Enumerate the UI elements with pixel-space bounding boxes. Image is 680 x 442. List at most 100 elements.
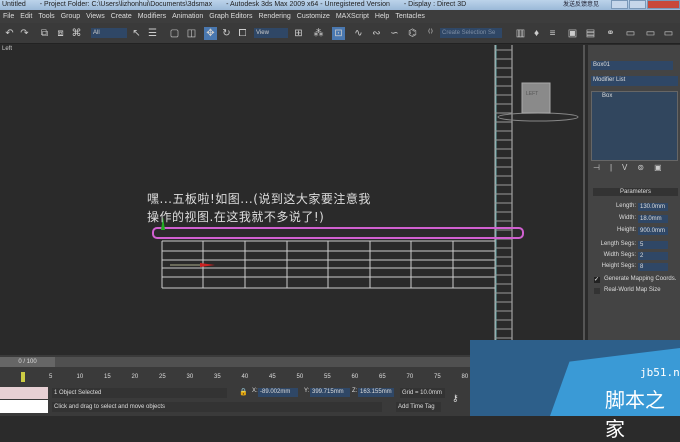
render-last-icon[interactable]: ▭	[662, 27, 675, 40]
maxscript-listener[interactable]	[0, 387, 48, 399]
real-world-checkbox[interactable]	[594, 288, 600, 294]
link-icon[interactable]: ⧉	[38, 27, 51, 40]
param-input[interactable]: 900.0mm	[638, 227, 668, 235]
grid-size: Grid = 10.0mm	[400, 388, 445, 398]
unlink-icon[interactable]: ⧈	[54, 27, 67, 40]
watermark-site: jb51.net	[640, 366, 680, 379]
param-input[interactable]: 5	[638, 241, 668, 249]
menu-tentacles[interactable]: Tentacles	[395, 13, 425, 20]
timeline-tick: 5	[49, 374, 53, 380]
select-icon[interactable]: ↖	[130, 27, 143, 40]
lock-icon[interactable]: 🔒	[239, 388, 248, 396]
key-icon[interactable]: ⚷	[452, 393, 459, 404]
render-frame-icon[interactable]: ⚭	[604, 27, 617, 40]
maxscript-input[interactable]	[0, 400, 48, 413]
mirror-icon[interactable]: ⌬	[406, 27, 419, 40]
viewcube	[497, 82, 579, 122]
shelf-wireframe	[161, 240, 495, 289]
stack-tools[interactable]: ⊣|V⊚▣	[593, 163, 672, 172]
menu-edit[interactable]: Edit	[20, 13, 32, 20]
maximize-button[interactable]	[629, 0, 646, 9]
param-label: Height Segs:	[601, 263, 636, 269]
timeline-tick: 25	[159, 374, 166, 380]
timeline-tick: 45	[269, 374, 276, 380]
material-editor-icon[interactable]: ▣	[566, 27, 579, 40]
gen-mapping-label: Generate Mapping Coords.	[604, 276, 677, 282]
window-crossing-icon[interactable]: ◫	[185, 27, 198, 40]
pivot-icon[interactable]: ⊞	[292, 27, 305, 40]
menu-maxscript[interactable]: MAXScript	[336, 13, 369, 20]
align-icon[interactable]: ⁽⁾	[424, 27, 437, 40]
menu-file[interactable]: File	[3, 13, 14, 20]
annotation-line-1: 嘿...五板啦!如图...(说到这大家要注意我	[147, 192, 371, 206]
time-slider[interactable]: 0 / 100	[0, 357, 55, 367]
menu-animation[interactable]: Animation	[172, 13, 203, 20]
annotation-line-2: 操作的视图.在这我就不多说了!)	[147, 210, 325, 224]
object-name-input[interactable]: Box01	[591, 61, 673, 70]
stack-item-box[interactable]: Box	[592, 92, 677, 100]
timeline-ruler[interactable]: 5 10 15 20 25 30 35 40 45 50 55 60 65 70 75 80	[0, 369, 470, 385]
modifier-list-dropdown[interactable]: Modifier List	[591, 76, 678, 86]
bind-spacewarp-icon[interactable]: ⌘	[70, 27, 83, 40]
menu-create[interactable]: Create	[111, 13, 132, 20]
z-coord-input[interactable]: 163.155mm	[358, 388, 394, 397]
quick-render-icon[interactable]: ▭	[624, 27, 637, 40]
percent-snap-icon[interactable]: ∿	[352, 27, 365, 40]
annotation-text: 嘿...五板啦!如图...(说到这大家要注意我 操作的视图.在这我就不多说了!)	[147, 190, 371, 226]
move-icon[interactable]: ✥	[204, 27, 217, 40]
add-time-tag-button[interactable]: Add Time Tag	[396, 402, 441, 412]
menu-modifiers[interactable]: Modifiers	[138, 13, 166, 20]
time-slider-track[interactable]	[0, 357, 470, 367]
menu-customize[interactable]: Customize	[297, 13, 330, 20]
selection-status: 1 Object Selected	[52, 388, 227, 398]
y-coord-input[interactable]: 399.715mm	[310, 388, 350, 397]
param-label: Width:	[618, 215, 636, 221]
ladder-object	[494, 45, 513, 355]
layer-icon[interactable]: ▥	[514, 27, 527, 40]
rect-selection-icon[interactable]: ▢	[168, 27, 181, 40]
menu-graph-editors[interactable]: Graph Editors	[209, 13, 252, 20]
param-input[interactable]: 18.0mm	[638, 215, 668, 223]
timeline-tick: 70	[406, 374, 414, 380]
edit-named-selection-icon[interactable]: ∽	[388, 27, 401, 40]
named-selection-dropdown[interactable]: Create Selection Se	[440, 28, 502, 38]
scale-icon[interactable]: ⧠	[236, 27, 249, 40]
selected-board	[152, 227, 524, 239]
menu-rendering[interactable]: Rendering	[258, 13, 290, 20]
param-input[interactable]: 2	[638, 252, 668, 260]
menu-group[interactable]: Group	[61, 13, 80, 20]
select-by-name-icon[interactable]: ☰	[146, 27, 159, 40]
close-button[interactable]	[647, 0, 680, 9]
undo-icon[interactable]: ↶	[3, 27, 16, 40]
render-setup-icon[interactable]: ▤	[584, 27, 597, 40]
viewcube-label[interactable]: LEFT	[526, 91, 538, 97]
spinner-snap-icon[interactable]: ∾	[370, 27, 383, 40]
angle-snap-icon[interactable]: ⊡	[332, 27, 345, 40]
curve-editor-icon[interactable]: ♦	[530, 27, 543, 40]
timeline-tick: 80	[461, 374, 469, 380]
left-viewport[interactable]: Left LEFT 嘿...五板啦!如图...(说到这大家要注意我 操作的视图.…	[0, 45, 585, 355]
render-icon[interactable]: ▭	[644, 27, 657, 40]
snap-icon[interactable]: ⁂	[312, 27, 325, 40]
param-input[interactable]: 130.0mm	[638, 203, 668, 211]
timeline-tick: 20	[131, 374, 139, 380]
param-input[interactable]: 8	[638, 263, 668, 271]
feedback-link[interactable]: 发送反馈意见	[563, 0, 599, 10]
title-project: - Project Folder: C:\Users\lizhonhui\Doc…	[39, 1, 213, 8]
menu-tools[interactable]: Tools	[38, 13, 54, 20]
menu-views[interactable]: Views	[86, 13, 105, 20]
menu-help[interactable]: Help	[375, 13, 389, 20]
schematic-icon[interactable]: ≡	[546, 27, 559, 40]
gen-mapping-checkbox[interactable]: ✓	[594, 277, 600, 283]
command-panel: Box01 Modifier List Box ⊣|V⊚▣ Parameters…	[588, 45, 680, 355]
title-product: - Autodesk 3ds Max 2009 x64 - Unregister…	[226, 1, 390, 8]
selection-filter-dropdown[interactable]: All	[91, 28, 127, 38]
redo-icon[interactable]: ↷	[18, 27, 31, 40]
x-coord-input[interactable]: -89.002mm	[258, 388, 298, 397]
main-toolbar: ↶ ↷ ⧉ ⧈ ⌘ All ↖ ☰ ▢ ◫ ✥ ↻ ⧠ View ⊞ ⁂ ⊡ ∿…	[0, 23, 680, 44]
minimize-button[interactable]	[611, 0, 628, 9]
title-app: Untitled	[2, 1, 26, 8]
rotate-icon[interactable]: ↻	[220, 27, 233, 40]
ref-coord-dropdown[interactable]: View	[254, 28, 288, 38]
parameters-rollout[interactable]: Parameters	[593, 188, 678, 196]
